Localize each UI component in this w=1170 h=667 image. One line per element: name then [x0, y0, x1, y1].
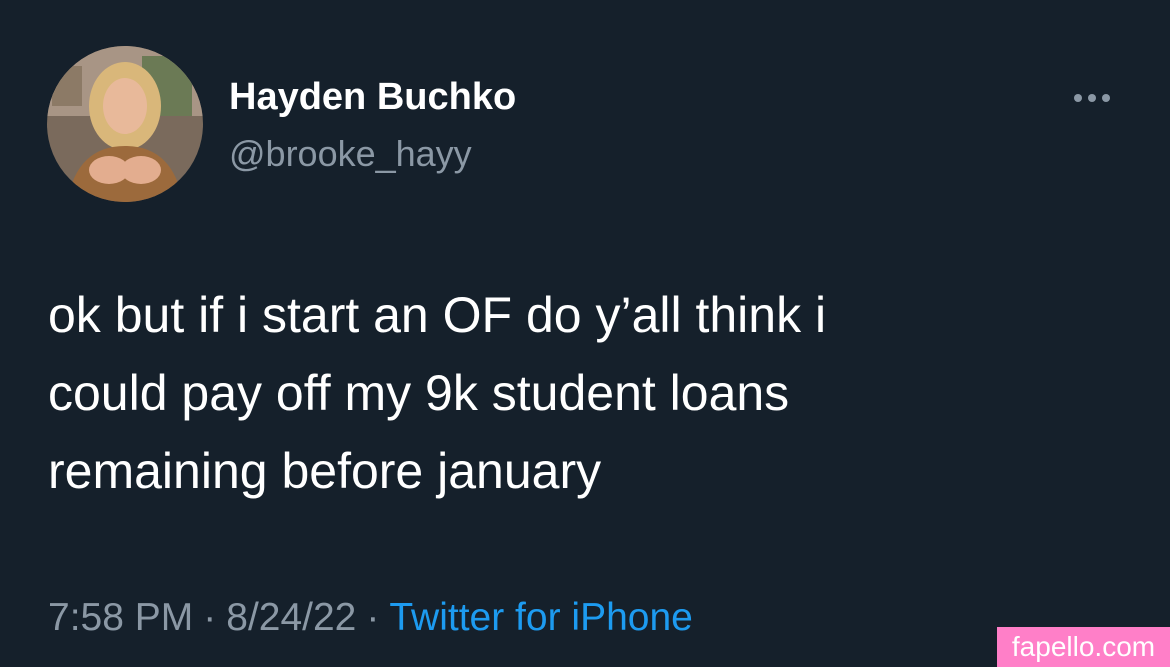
- tweet-card: Hayden Buchko @brooke_hayy ok but if i s…: [0, 0, 1170, 667]
- tweet-text-line: could pay off my 9k student loans: [48, 365, 790, 421]
- meta-separator: ·: [203, 596, 217, 639]
- tweet-time[interactable]: 7:58 PM: [48, 596, 193, 639]
- tweet-text-line: remaining before january: [48, 443, 602, 499]
- ellipsis-icon: [1074, 94, 1110, 102]
- tweet-text-line: ok but if i start an OF do y’all think i: [48, 287, 827, 343]
- watermark: fapello.com: [997, 627, 1170, 667]
- tweet-source-link[interactable]: Twitter for iPhone: [389, 596, 692, 639]
- author-display-name[interactable]: Hayden Buchko: [229, 76, 516, 119]
- avatar-image: [47, 46, 203, 202]
- tweet-date[interactable]: 8/24/22: [226, 596, 356, 639]
- more-options-button[interactable]: [1062, 80, 1122, 116]
- author-avatar[interactable]: [47, 46, 203, 202]
- meta-separator: ·: [366, 596, 380, 639]
- tweet-text: ok but if i start an OF do y’all think i…: [48, 276, 1128, 510]
- author-handle[interactable]: @brooke_hayy: [229, 133, 472, 175]
- tweet-metadata: 7:58 PM · 8/24/22 · Twitter for iPhone: [48, 596, 693, 640]
